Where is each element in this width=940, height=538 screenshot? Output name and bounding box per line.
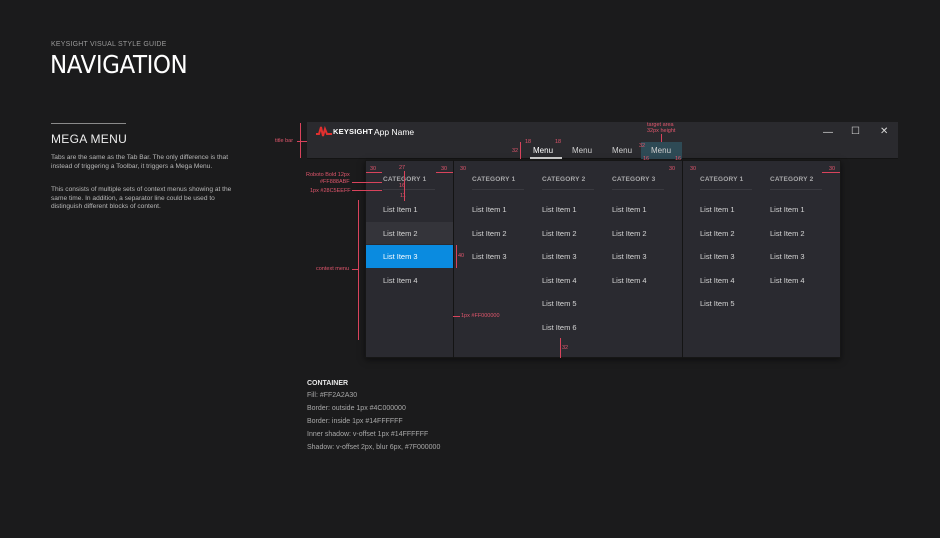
list-item[interactable]: List Item 3	[770, 252, 805, 261]
spacing-annotation: 18	[555, 139, 562, 145]
tab-menu[interactable]: Menu	[651, 146, 671, 155]
container-spec-line: Inner shadow: v-offset 1px #14FFFFFF	[307, 431, 429, 438]
maximize-icon[interactable]: ☐	[851, 127, 860, 137]
font-spec-annotation: Roboto Bold 12px	[306, 172, 350, 178]
spacing-annotation: 30	[460, 166, 467, 172]
tab-menu[interactable]: Menu	[572, 146, 592, 155]
category-header: CATEGORY 2	[542, 176, 586, 183]
minimize-icon[interactable]: —	[823, 128, 833, 138]
category-header: CATEGORY 2	[770, 176, 814, 183]
spacing-annotation: 40	[458, 253, 465, 259]
container-spec-line: Border: inside 1px #14FFFFFF	[307, 418, 403, 425]
category-header: CATEGORY 3	[612, 176, 656, 183]
keysight-logo-icon	[316, 125, 332, 137]
list-item-selected[interactable]: List Item 3	[383, 252, 418, 261]
description-paragraph: Tabs are the same as the Tab Bar. The on…	[51, 154, 229, 170]
annotation-line	[436, 172, 453, 173]
list-item[interactable]: List Item 1	[383, 205, 418, 214]
tab-menu[interactable]: Menu	[612, 146, 632, 155]
app-name: App Name	[374, 127, 415, 137]
container-spec-title: CONTAINER	[307, 380, 349, 387]
annotation-line	[453, 316, 460, 317]
annotation-line	[297, 141, 307, 142]
list-item[interactable]: List Item 3	[700, 252, 735, 261]
annotation-line	[404, 171, 405, 201]
list-item[interactable]: List Item 2	[612, 229, 647, 238]
tab-menu-active[interactable]: Menu	[533, 146, 553, 155]
section-divider	[51, 123, 126, 124]
container-spec-line: Fill: #FF2A2A30	[307, 392, 358, 399]
annotation-line	[358, 200, 359, 340]
line-spec-annotation: 1px #28C5EEFF	[310, 188, 351, 194]
category-underline	[542, 189, 594, 190]
annotation-line	[520, 142, 521, 159]
list-item[interactable]: List Item 5	[700, 299, 735, 308]
spacing-annotation: 30	[669, 166, 676, 172]
list-item[interactable]: List Item 1	[700, 205, 735, 214]
column-separator	[682, 160, 683, 358]
section-title: MEGA MENU	[51, 132, 128, 146]
list-item[interactable]: List Item 1	[612, 205, 647, 214]
spacing-annotation: 32	[512, 148, 519, 154]
spacing-annotation: 16	[675, 156, 682, 162]
list-item[interactable]: List Item 4	[383, 276, 418, 285]
separator-annotation: 1px #FF000000	[461, 313, 500, 319]
list-item[interactable]: List Item 2	[770, 229, 805, 238]
list-item-hovered[interactable]: List Item 2	[383, 229, 418, 238]
annotation-line	[300, 123, 301, 158]
list-item[interactable]: List Item 3	[472, 252, 507, 261]
container-spec-line: Shadow: v-offset 2px, blur 6px, #7F00000…	[307, 444, 441, 451]
list-item[interactable]: List Item 4	[700, 276, 735, 285]
font-color-annotation: #FF888ABF	[320, 179, 350, 185]
spacing-annotation: 32	[562, 345, 569, 351]
category-underline	[472, 189, 524, 190]
spacing-annotation: 16	[643, 156, 650, 162]
active-tab-indicator	[530, 157, 562, 159]
container-spec-line: Border: outside 1px #4C000000	[307, 405, 406, 412]
spacing-annotation: 32	[639, 143, 646, 149]
page-title: NAVIGATION	[50, 50, 188, 79]
description-paragraph: This consists of multiple sets of contex…	[51, 186, 232, 211]
context-menu-annotation: context menu	[316, 266, 350, 272]
title-bar-annotation: title bar	[275, 138, 294, 144]
category-underline	[700, 189, 752, 190]
list-item[interactable]: List Item 1	[770, 205, 805, 214]
list-item[interactable]: List Item 3	[612, 252, 647, 261]
annotation-line	[352, 182, 382, 183]
close-icon[interactable]: ✕	[880, 127, 888, 137]
list-item[interactable]: List Item 6	[542, 323, 577, 332]
category-header: CATEGORY 1	[700, 176, 744, 183]
brand-name: KEYSIGHT	[333, 127, 373, 136]
list-item[interactable]: List Item 4	[542, 276, 577, 285]
list-item[interactable]: List Item 4	[612, 276, 647, 285]
category-underline	[383, 189, 435, 190]
annotation-line	[352, 190, 382, 191]
list-item[interactable]: List Item 2	[472, 229, 507, 238]
category-underline	[612, 189, 664, 190]
annotation-line	[822, 172, 840, 173]
list-item[interactable]: List Item 2	[700, 229, 735, 238]
spacing-annotation: 18	[525, 139, 532, 145]
annotation-line	[661, 134, 662, 142]
category-underline	[770, 189, 822, 190]
spacing-annotation: 30	[690, 166, 697, 172]
annotation-line	[456, 245, 457, 268]
list-item[interactable]: List Item 1	[472, 205, 507, 214]
category-header: CATEGORY 1	[472, 176, 516, 183]
list-item[interactable]: List Item 1	[542, 205, 577, 214]
list-item[interactable]: List Item 5	[542, 299, 577, 308]
column-separator	[453, 160, 454, 358]
list-item[interactable]: List Item 2	[542, 229, 577, 238]
list-item[interactable]: List Item 4	[770, 276, 805, 285]
annotation-line	[366, 172, 382, 173]
list-item[interactable]: List Item 3	[542, 252, 577, 261]
guide-label: KEYSIGHT VISUAL STYLE GUIDE	[51, 41, 167, 48]
annotation-line	[560, 338, 561, 358]
